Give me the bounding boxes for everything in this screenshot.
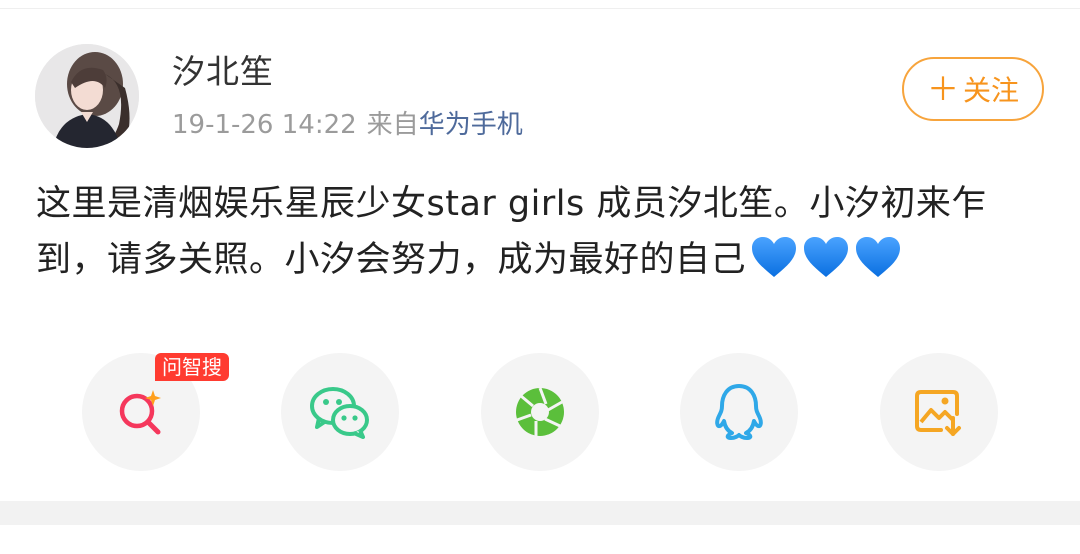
emoji-group xyxy=(746,237,902,280)
blue-heart-icon xyxy=(804,237,849,277)
username[interactable]: 汐北笙 xyxy=(172,52,274,92)
share-save-image-button[interactable] xyxy=(880,353,998,471)
source-prefix: 来自 xyxy=(366,110,419,140)
share-qq-button[interactable] xyxy=(680,353,798,471)
moments-icon xyxy=(516,387,564,436)
search-badge: 问智搜 xyxy=(155,353,229,381)
blue-heart-icon xyxy=(856,237,901,277)
post-meta: 19-1-26 14:22 来自华为手机 xyxy=(172,108,523,142)
post-time: 19-1-26 14:22 xyxy=(172,110,357,140)
blue-heart-icon xyxy=(752,237,797,277)
post-body: 这里是清烟娱乐星辰少女star girls 成员汐北笙。小汐初来乍到，请多关照。… xyxy=(36,176,1046,288)
search-ai-icon xyxy=(119,390,161,435)
follow-label: 关注 xyxy=(963,74,1020,107)
share-moments-button[interactable] xyxy=(481,353,599,471)
share-wechat-button[interactable] xyxy=(281,353,399,471)
plus-icon: ＋ xyxy=(926,70,959,108)
section-divider xyxy=(0,501,1080,525)
top-divider xyxy=(0,0,1080,9)
weibo-post-screen: 汐北笙 19-1-26 14:22 来自华为手机 ＋ 关注 这里是清烟娱乐星辰少女… xyxy=(0,0,1080,554)
avatar-image xyxy=(35,44,139,148)
wechat-icon xyxy=(310,387,369,439)
qq-icon xyxy=(715,384,763,440)
follow-button[interactable]: ＋ 关注 xyxy=(902,57,1044,121)
avatar[interactable] xyxy=(35,44,139,148)
save-image-icon xyxy=(915,390,961,436)
source-device-link[interactable]: 华为手机 xyxy=(419,110,523,140)
next-section-strip xyxy=(0,525,1080,554)
